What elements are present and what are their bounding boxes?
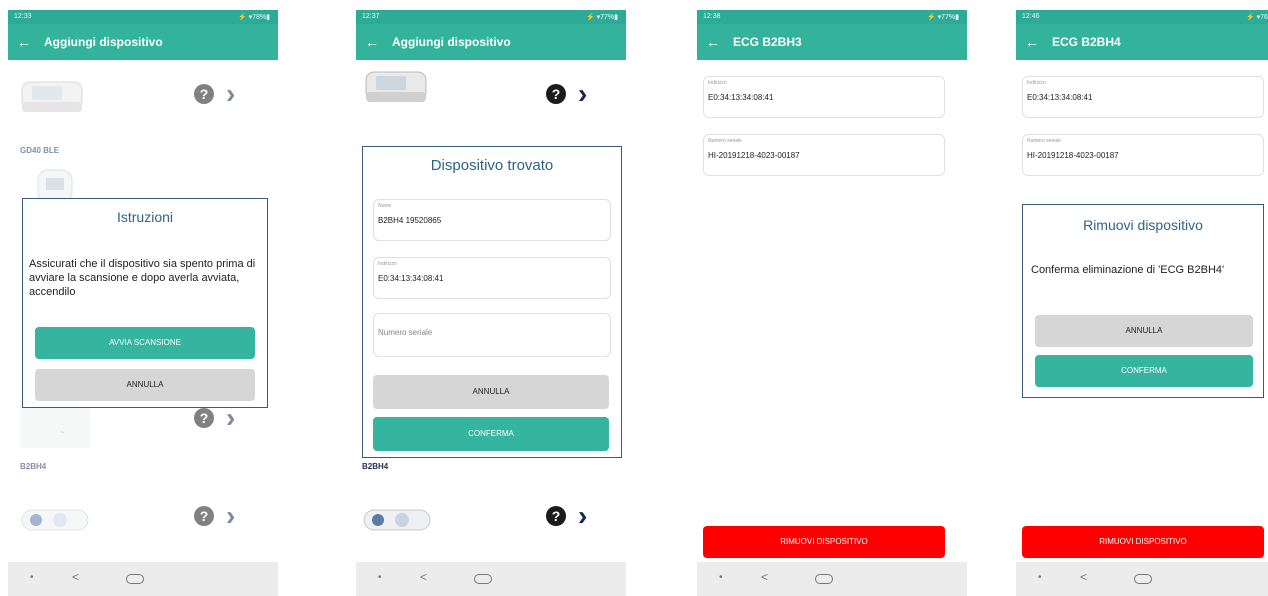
field-value: HI-20191218-4023-00187 xyxy=(708,151,800,160)
cancel-button[interactable]: ANNULLA xyxy=(35,369,255,401)
help-icon[interactable]: ? xyxy=(546,84,566,104)
system-nav-bar: • < xyxy=(1016,562,1268,596)
page-title: Aggiungi dispositivo xyxy=(392,35,511,49)
status-icons: ⚡ ▾77%▮ xyxy=(926,14,959,21)
cancel-button[interactable]: ANNULLA xyxy=(1035,315,1253,347)
device-found-dialog: Dispositivo trovato Nome B2BH4 19520865 … xyxy=(362,146,622,458)
system-nav-bar: • < xyxy=(697,562,967,596)
home-icon[interactable] xyxy=(474,574,492,584)
chevron-right-icon[interactable]: › xyxy=(578,502,587,530)
remove-device-button[interactable]: RIMUOVI DISPOSITIVO xyxy=(703,526,945,558)
system-nav-bar: • < xyxy=(356,562,626,596)
status-time: 12:33 xyxy=(14,13,32,20)
back-arrow-icon[interactable]: ← xyxy=(17,33,31,51)
status-bar: 12:33 ⚡ ▾78%▮ xyxy=(8,10,278,24)
app-bar: ← Aggiungi dispositivo xyxy=(8,24,278,60)
remove-device-dialog: Rimuovi dispositivo Conferma eliminazion… xyxy=(1022,204,1264,398)
status-icons: ⚡ ▾77%▮ xyxy=(585,14,618,21)
chevron-right-icon[interactable]: › xyxy=(578,80,587,108)
back-arrow-icon[interactable]: ← xyxy=(1025,33,1039,51)
status-bar: 12:37 ⚡ ▾77%▮ xyxy=(356,10,626,24)
confirm-button[interactable]: CONFERMA xyxy=(1035,355,1253,387)
status-time: 12:38 xyxy=(703,13,721,20)
oximeter-image xyxy=(365,71,427,102)
screen-device-detail: 12:38 ⚡ ▾77%▮ ← ECG B2BH3 Indirizzo E0:3… xyxy=(697,10,967,596)
recents-icon[interactable]: • xyxy=(30,572,34,583)
confirm-button[interactable]: CONFERMA xyxy=(373,417,609,451)
recents-icon[interactable]: • xyxy=(378,572,382,583)
screen-device-found: 12:37 ⚡ ▾77%▮ ← Aggiungi dispositivo ? ›… xyxy=(356,10,626,596)
page-title: ECG B2BH4 xyxy=(1052,35,1121,49)
ecg-patch-image xyxy=(363,509,431,531)
back-arrow-icon[interactable]: ← xyxy=(365,33,379,51)
dialog-title: Istruzioni xyxy=(116,209,174,225)
field-value: HI-20191218-4023-00187 xyxy=(1027,151,1119,160)
field-value: E0:34:13:34:08:41 xyxy=(378,274,444,283)
app-bar: ← ECG B2BH4 xyxy=(1016,24,1268,60)
serial-number-field[interactable]: Numero seriale HI-20191218-4023-00187 xyxy=(703,134,945,176)
screen-remove-device: 12:46 ⚡ ▾76%▮ ← ECG B2BH4 Indirizzo E0:3… xyxy=(1016,10,1268,596)
field-label: Numero seriale xyxy=(708,138,742,144)
status-icons: ⚡ ▾78%▮ xyxy=(237,14,270,21)
status-time: 12:37 xyxy=(362,13,380,20)
system-nav-bar: • < xyxy=(8,562,278,596)
status-bar: 12:38 ⚡ ▾77%▮ xyxy=(697,10,967,24)
instructions-dialog: Istruzioni Assicurati che il dispositivo… xyxy=(22,198,268,408)
field-label: Numero seriale xyxy=(1027,138,1061,144)
serial-number-field[interactable]: Numero seriale HI-20191218-4023-00187 xyxy=(1022,134,1264,176)
status-time: 12:46 xyxy=(1022,13,1040,20)
address-field[interactable]: Indirizzo E0:34:13:34:08:41 xyxy=(373,257,611,299)
screen-add-device-instructions: 12:33 ⚡ ▾78%▮ ← Aggiungi dispositivo ? ›… xyxy=(8,10,278,596)
name-field[interactable]: Nome B2BH4 19520865 xyxy=(373,199,611,241)
status-icons: ⚡ ▾76%▮ xyxy=(1245,14,1268,21)
address-field[interactable]: Indirizzo E0:34:13:34:08:41 xyxy=(1022,76,1264,118)
cancel-button[interactable]: ANNULLA xyxy=(373,375,609,409)
recents-icon[interactable]: • xyxy=(1038,572,1042,583)
app-bar: ← Aggiungi dispositivo xyxy=(356,24,626,60)
back-arrow-icon[interactable]: ← xyxy=(706,33,720,51)
field-label: Indirizzo xyxy=(708,80,727,86)
nav-back-icon[interactable]: < xyxy=(1080,570,1087,584)
app-bar: ← ECG B2BH3 xyxy=(697,24,967,60)
address-field[interactable]: Indirizzo E0:34:13:34:08:41 xyxy=(703,76,945,118)
device-name: B2BH4 xyxy=(362,462,389,471)
nav-back-icon[interactable]: < xyxy=(420,570,427,584)
remove-device-button[interactable]: RIMUOVI DISPOSITIVO xyxy=(1022,526,1264,558)
field-label: Indirizzo xyxy=(1027,80,1046,86)
nav-back-icon[interactable]: < xyxy=(761,570,768,584)
dialog-title: Dispositivo trovato xyxy=(430,157,554,174)
field-placeholder: Numero seriale xyxy=(378,328,433,337)
help-icon[interactable]: ? xyxy=(546,506,566,526)
field-value: E0:34:13:34:08:41 xyxy=(1027,93,1093,102)
dialog-message: Assicurati che il dispositivo sia spento… xyxy=(29,258,256,298)
page-title: ECG B2BH3 xyxy=(733,35,802,49)
field-value: E0:34:13:34:08:41 xyxy=(708,93,774,102)
home-icon[interactable] xyxy=(1134,574,1152,584)
status-bar: 12:46 ⚡ ▾76%▮ xyxy=(1016,10,1268,24)
field-value: B2BH4 19520865 xyxy=(378,216,442,225)
dialog-message: Conferma eliminazione di 'ECG B2BH4' xyxy=(1031,264,1225,276)
dialog-title: Rimuovi dispositivo xyxy=(1083,217,1203,233)
recents-icon[interactable]: • xyxy=(719,572,723,583)
serial-number-field[interactable]: Numero seriale xyxy=(373,313,611,357)
page-title: Aggiungi dispositivo xyxy=(44,35,163,49)
field-label: Nome xyxy=(378,203,392,209)
start-scan-button[interactable]: AVVIA SCANSIONE xyxy=(35,327,255,359)
home-icon[interactable] xyxy=(815,574,833,584)
nav-back-icon[interactable]: < xyxy=(72,570,79,584)
home-icon[interactable] xyxy=(126,574,144,584)
field-label: Indirizzo xyxy=(378,261,397,267)
